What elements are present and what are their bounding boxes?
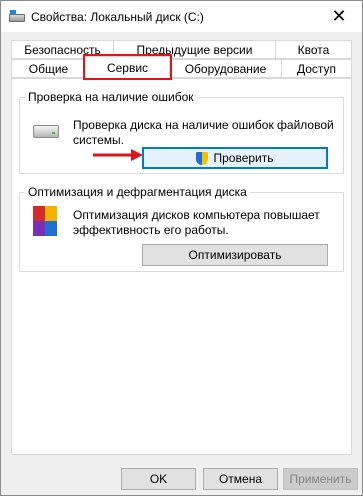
defrag-icon (33, 206, 57, 236)
uac-shield-icon (196, 151, 209, 165)
drive-title-icon (9, 9, 25, 24)
title-bar: Свойства: Локальный диск (C:) ✕ (1, 1, 362, 32)
optimize-button[interactable]: Оптимизировать (142, 244, 328, 266)
error-check-description-line2: системы. (73, 133, 124, 147)
red-arrow-icon (93, 149, 143, 161)
optimize-description-line2: эффективность его работы. (73, 223, 229, 237)
error-check-description-line1: Проверка диска на наличие ошибок файлово… (73, 118, 334, 132)
tab-highlight-frame (83, 54, 172, 80)
window-title: Свойства: Локальный диск (C:) (31, 9, 204, 24)
ok-button[interactable]: OK (121, 468, 196, 490)
properties-window: Свойства: Локальный диск (C:) ✕ Безопасн… (0, 0, 363, 496)
close-button[interactable]: ✕ (316, 1, 362, 31)
tab-general[interactable]: Общие (11, 59, 86, 78)
tab-sharing[interactable]: Доступ (281, 59, 352, 78)
tab-quota[interactable]: Квота (275, 40, 352, 59)
optimize-description-line1: Оптимизация дисков компьютера повышает (73, 208, 320, 222)
tab-hardware[interactable]: Оборудование (169, 59, 282, 78)
apply-button[interactable]: Применить (283, 468, 358, 490)
cancel-button[interactable]: Отмена (203, 468, 278, 490)
error-check-group-title: Проверка на наличие ошибок (25, 90, 197, 104)
check-button[interactable]: Проверить (142, 147, 328, 169)
drive-icon (33, 125, 59, 139)
optimize-group-title: Оптимизация и дефрагментация диска (25, 185, 250, 199)
check-button-label: Проверить (213, 151, 274, 165)
